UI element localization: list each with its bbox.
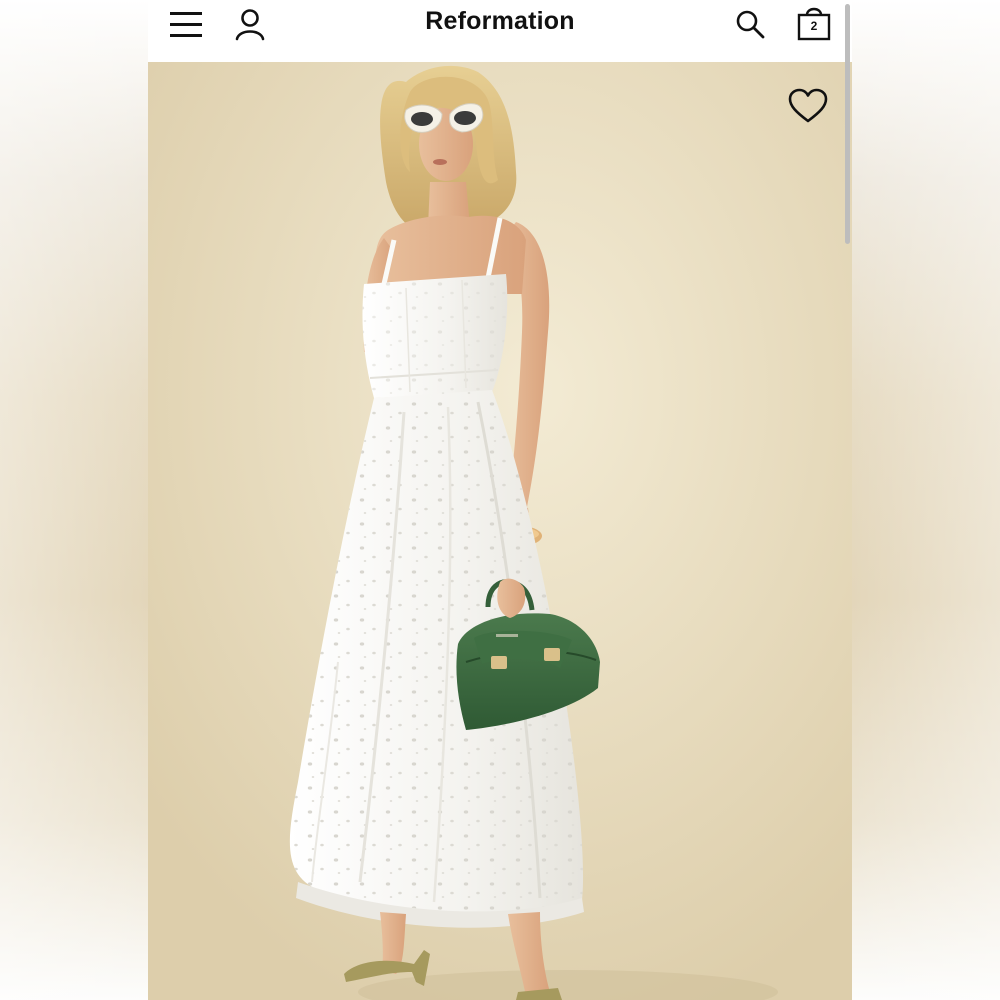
account-button[interactable] — [230, 4, 270, 44]
hamburger-menu-icon — [170, 12, 202, 37]
heart-outline-icon — [788, 88, 828, 123]
product-photo — [148, 62, 852, 1000]
menu-button[interactable] — [166, 4, 206, 44]
mobile-screen: Reformation 2 — [148, 0, 852, 1000]
bag-count-badge: 2 — [810, 19, 818, 33]
top-navigation-bar: Reformation 2 — [148, 0, 852, 244]
product-hero-image[interactable] — [148, 62, 852, 1000]
favorite-button[interactable] — [788, 88, 830, 128]
search-button[interactable] — [730, 4, 770, 44]
account-icon — [235, 9, 265, 41]
left-blur-fill — [0, 0, 148, 1000]
brand-logo[interactable]: Reformation — [348, 7, 652, 36]
right-blur-fill — [852, 0, 1000, 1000]
search-icon — [736, 10, 765, 39]
scrollbar[interactable] — [845, 4, 850, 244]
shopping-bag-button[interactable]: 2 — [792, 2, 836, 46]
